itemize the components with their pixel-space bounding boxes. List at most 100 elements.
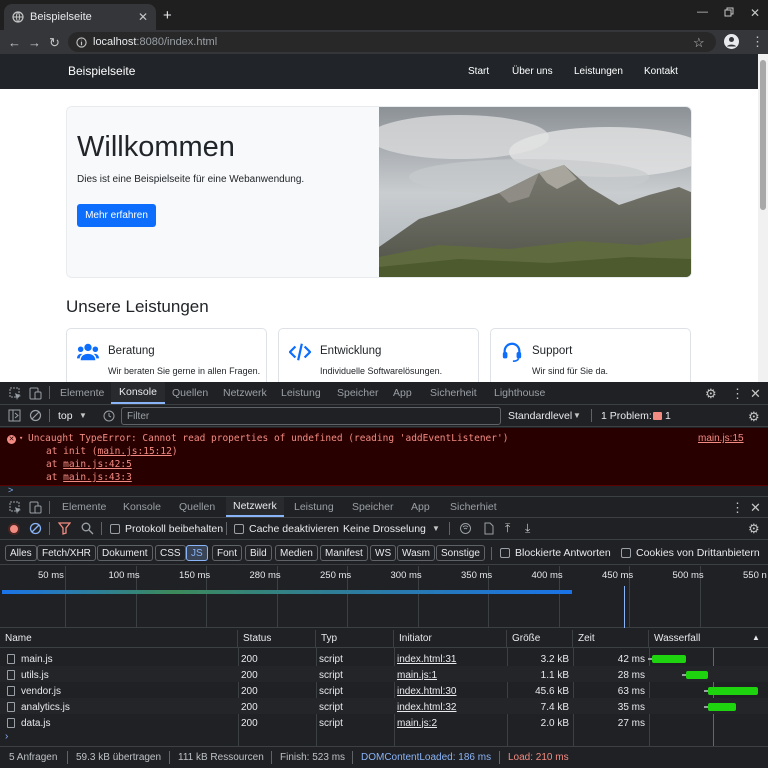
- filter-chip-image[interactable]: Bild: [245, 545, 272, 561]
- network-conditions-icon[interactable]: [459, 522, 472, 535]
- back-arrow-icon[interactable]: ←: [8, 35, 21, 50]
- tab-lighthouse[interactable]: Lighthouse: [494, 382, 545, 404]
- scrollbar-thumb[interactable]: [760, 60, 766, 210]
- filter-funnel-icon[interactable]: [58, 522, 71, 535]
- column-header-waterfall[interactable]: Wasserfall ▲: [649, 630, 768, 648]
- nav-link-start[interactable]: Start: [468, 66, 489, 77]
- stack-link[interactable]: main.js:42:5: [63, 459, 132, 470]
- import-har-icon[interactable]: [482, 522, 495, 535]
- tab-console[interactable]: Konsole: [111, 382, 165, 404]
- dropdown-arrow-icon[interactable]: ▼: [432, 524, 440, 533]
- menu-kebab-icon[interactable]: ⋮: [751, 34, 764, 50]
- tab-application[interactable]: App: [411, 497, 430, 517]
- device-toolbar-icon[interactable]: [29, 387, 42, 400]
- tab-security[interactable]: Sicherhiet: [450, 497, 497, 517]
- network-settings-gear-icon[interactable]: ⚙: [748, 521, 760, 537]
- tab-performance[interactable]: Leistung: [294, 497, 334, 517]
- restore-icon[interactable]: [724, 7, 734, 17]
- sort-up-icon[interactable]: ▲: [752, 633, 760, 642]
- profile-avatar-icon[interactable]: [724, 34, 739, 49]
- menu-kebab-icon[interactable]: ⋮: [731, 500, 744, 516]
- address-bar[interactable]: localhost:8080/index.html: [68, 32, 716, 52]
- clear-log-icon[interactable]: [29, 522, 42, 535]
- device-toolbar-icon[interactable]: [29, 501, 42, 514]
- request-initiator[interactable]: index.html:30: [397, 683, 497, 699]
- nav-link-services[interactable]: Leistungen: [574, 66, 623, 77]
- request-initiator[interactable]: main.js:1: [397, 667, 497, 683]
- throttling-select[interactable]: Keine Drosselung: [343, 523, 426, 535]
- network-overview-timeline[interactable]: 50 ms 100 ms 150 ms 280 ms 250 ms 300 ms 350 m…: [0, 566, 768, 628]
- record-icon[interactable]: [8, 523, 20, 535]
- upload-icon[interactable]: ⤒: [505, 521, 510, 536]
- filter-chip-wasm[interactable]: Wasm: [397, 545, 435, 561]
- column-header-initiator[interactable]: Initiator: [394, 630, 507, 648]
- console-filter-input[interactable]: Filter: [121, 407, 501, 425]
- preserve-log-checkbox[interactable]: Protokoll beibehalten: [110, 523, 223, 535]
- bookmark-star-icon[interactable]: ☆: [693, 35, 705, 51]
- inspect-element-icon[interactable]: [9, 501, 22, 514]
- checkbox-box[interactable]: [621, 548, 631, 559]
- tab-elements[interactable]: Elemente: [60, 382, 104, 404]
- blocked-responses-checkbox[interactable]: Blockierte Antworten: [500, 547, 611, 559]
- service-card-development[interactable]: Entwicklung Individuelle Softwarelösunge…: [278, 328, 479, 382]
- filter-chip-css[interactable]: CSS: [155, 545, 186, 561]
- tab-elements[interactable]: Elemente: [62, 497, 106, 517]
- filter-chip-all[interactable]: Alles: [5, 545, 37, 561]
- learn-more-button[interactable]: Mehr erfahren: [77, 204, 156, 227]
- close-devtools-icon[interactable]: ✕: [750, 500, 761, 516]
- reload-icon[interactable]: ↻: [49, 35, 60, 51]
- filter-chip-document[interactable]: Dokument: [97, 545, 153, 561]
- nav-link-about[interactable]: Über uns: [512, 66, 553, 77]
- settings-gear-icon[interactable]: ⚙: [705, 386, 717, 402]
- dropdown-arrow-icon[interactable]: ▼: [79, 411, 87, 420]
- download-icon[interactable]: ⤓: [525, 521, 530, 536]
- third-party-cookies-checkbox[interactable]: Cookies von Drittanbietern: [621, 547, 760, 559]
- service-card-support[interactable]: Support Wir sind für Sie da.: [490, 328, 691, 382]
- nav-link-contact[interactable]: Kontakt: [644, 66, 678, 77]
- context-select[interactable]: top: [58, 410, 73, 422]
- stack-link[interactable]: main.js:43:3: [63, 472, 132, 483]
- tab-security[interactable]: Sicherheit: [430, 382, 477, 404]
- search-icon[interactable]: [81, 522, 94, 535]
- page-scrollbar[interactable]: [758, 54, 768, 382]
- expand-triangle-icon[interactable]: ▾: [19, 434, 23, 442]
- filter-chip-manifest[interactable]: Manifest: [320, 545, 368, 561]
- error-source-link[interactable]: main.js:15: [698, 433, 744, 444]
- tab-network[interactable]: Netzwerk: [226, 497, 284, 517]
- close-devtools-icon[interactable]: ✕: [750, 386, 761, 402]
- request-initiator[interactable]: main.js:2: [397, 715, 497, 731]
- checkbox-box[interactable]: [234, 524, 244, 535]
- column-header-status[interactable]: Status: [238, 630, 316, 648]
- column-header-time[interactable]: Zeit: [573, 630, 649, 648]
- checkbox-box[interactable]: [110, 524, 120, 535]
- close-window-icon[interactable]: ✕: [750, 6, 760, 20]
- service-card-consulting[interactable]: Beratung Wir beraten Sie gerne in allen …: [66, 328, 267, 382]
- tab-memory[interactable]: Speicher: [337, 382, 378, 404]
- menu-kebab-icon[interactable]: ⋮: [731, 386, 744, 402]
- site-info-icon[interactable]: [76, 36, 87, 48]
- request-initiator[interactable]: index.html:31: [397, 651, 497, 667]
- column-header-size[interactable]: Größe: [507, 630, 573, 648]
- tab-performance[interactable]: Leistung: [281, 382, 321, 404]
- console-settings-gear-icon[interactable]: ⚙: [748, 409, 760, 425]
- log-level-select[interactable]: Standardlevel: [508, 410, 572, 422]
- tab-sources[interactable]: Quellen: [172, 382, 208, 404]
- browser-tab[interactable]: Beispielseite ✕: [4, 4, 156, 30]
- tab-network[interactable]: Netzwerk: [223, 382, 267, 404]
- issues-counter[interactable]: 1 Problem:: [601, 410, 652, 422]
- sidebar-toggle-icon[interactable]: [8, 409, 21, 422]
- checkbox-box[interactable]: [500, 548, 510, 559]
- filter-chip-js[interactable]: JS: [186, 545, 208, 561]
- clear-console-icon[interactable]: [29, 409, 42, 422]
- dropdown-arrow-icon[interactable]: ▼: [573, 411, 581, 420]
- filter-chip-other[interactable]: Sonstige: [436, 545, 485, 561]
- disable-cache-checkbox[interactable]: Cache deaktivieren: [234, 523, 339, 535]
- tab-console[interactable]: Konsole: [123, 497, 161, 517]
- filter-chip-ws[interactable]: WS: [370, 545, 397, 561]
- tab-sources[interactable]: Quellen: [179, 497, 215, 517]
- column-header-type[interactable]: Typ: [316, 630, 394, 648]
- console-prompt[interactable]: >: [0, 485, 768, 496]
- filter-chip-fetch[interactable]: Fetch/XHR: [37, 545, 96, 561]
- live-expression-eye-icon[interactable]: [103, 410, 115, 422]
- tab-application[interactable]: App: [393, 382, 412, 404]
